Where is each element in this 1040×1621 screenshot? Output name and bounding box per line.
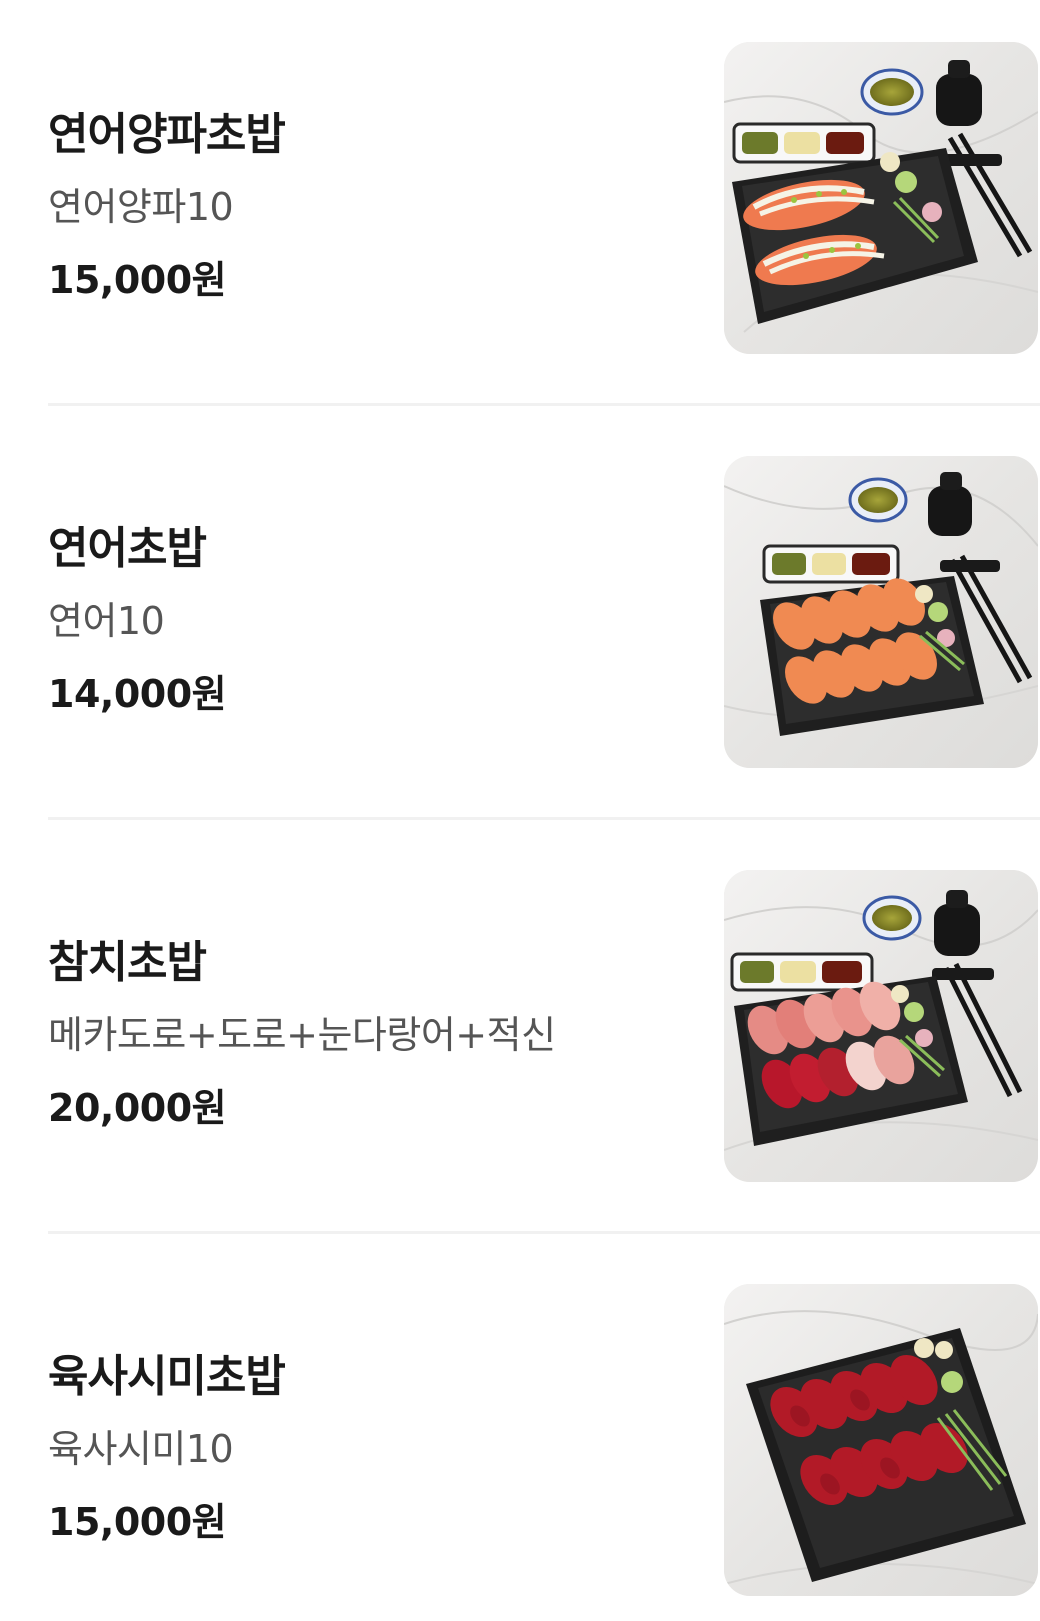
menu-item-price: 20,000원 [48,1086,227,1130]
item-divider [48,817,1040,820]
menu-item-price: 14,000원 [48,672,227,716]
tuna-sushi-photo[interactable] [724,870,1038,1182]
salmon-sushi-photo[interactable] [724,456,1038,768]
menu-list: 연어양파초밥 연어양파10 15,000원 연어초밥 연어10 14,000원 … [0,0,1040,1621]
menu-item-description: 연어10 [48,599,165,643]
menu-item-name: 육사시미초밥 [48,1351,286,1402]
menu-item-name: 연어양파초밥 [48,109,286,160]
item-divider [48,1231,1040,1234]
menu-item-price: 15,000원 [48,258,227,302]
menu-item-description: 육사시미10 [48,1427,234,1471]
menu-item[interactable]: 연어양파초밥 연어양파10 15,000원 [48,40,1040,354]
salmon-onion-sushi-photo[interactable] [724,42,1038,354]
menu-item-price: 15,000원 [48,1500,227,1544]
beef-sashimi-sushi-photo[interactable] [724,1284,1038,1596]
menu-item[interactable]: 연어초밥 연어10 14,000원 [48,454,1040,768]
menu-item-name: 연어초밥 [48,523,207,574]
item-divider [48,403,1040,406]
menu-item[interactable]: 육사시미초밥 육사시미10 15,000원 [48,1282,1040,1596]
menu-item[interactable]: 참치초밥 메카도로+도로+눈다랑어+적신 20,000원 [48,868,1040,1182]
menu-item-name: 참치초밥 [48,937,207,988]
menu-item-description: 연어양파10 [48,185,234,229]
menu-item-description: 메카도로+도로+눈다랑어+적신 [48,1013,556,1057]
